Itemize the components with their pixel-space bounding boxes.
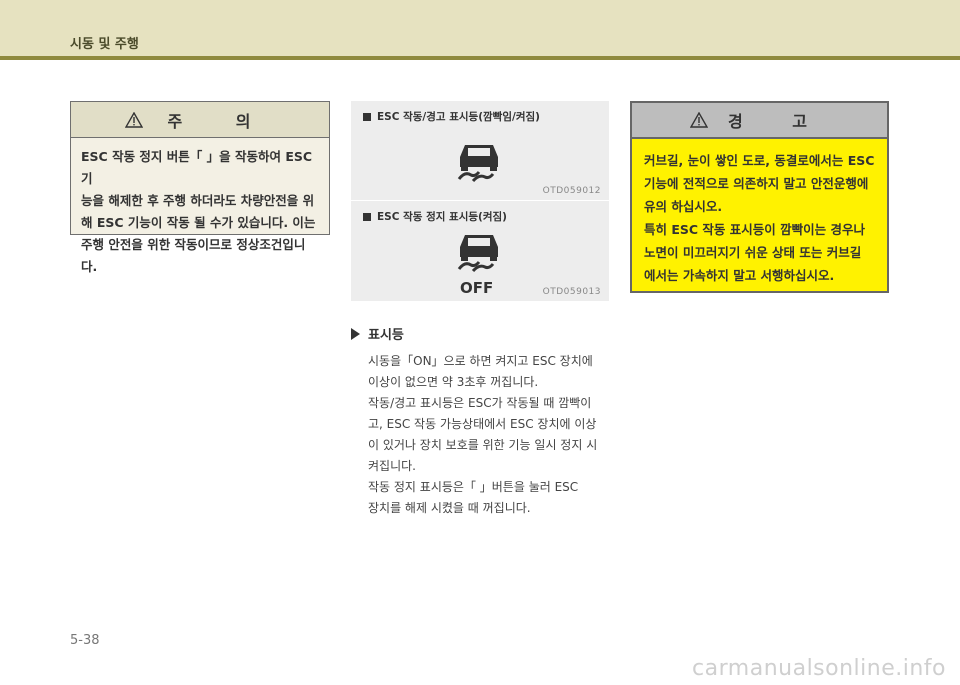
- caution-title: 주 의: [167, 111, 275, 131]
- esc-skid-car-icon: [451, 229, 507, 277]
- caution-box: 주 의 ESC 작동 정지 버튼「 」을 작동하여 ESC 기 능을 해제한 후…: [70, 101, 330, 274]
- indicator-heading: 표시등: [351, 324, 404, 343]
- caution-line: ESC 작동 정지 버튼「 」을 작동하여 ESC 기: [81, 149, 313, 186]
- caution-header: 주 의: [71, 102, 329, 138]
- warning-line: 특히 ESC 작동 표시등이 깜빡이는 경우나: [644, 222, 865, 237]
- caution-line: 해 ESC 기능이 작동 될 수가 있습니다. 이는: [81, 215, 316, 230]
- indicator-line: 이 있거나 장치 보호를 위한 기능 일시 정지 시: [368, 438, 598, 452]
- indicator-line: 장치를 해제 시켰을 때 꺼집니다.: [368, 501, 531, 515]
- page-number: 5-38: [70, 633, 100, 648]
- indicator-line: 시동을「ON」으로 하면 켜지고 ESC 장치에: [368, 354, 593, 368]
- panel-caption-text: ESC 작동 정지 표시등(켜짐): [377, 211, 507, 223]
- play-arrow-icon: [351, 327, 360, 340]
- esc-off-indicator-panel: ESC 작동 정지 표시등(켜짐) OFF OTD059013: [351, 201, 609, 301]
- watermark: carmanualsonline.info: [692, 656, 946, 681]
- bullet-square-icon: [363, 112, 371, 121]
- header-divider: [0, 56, 960, 60]
- warning-title: 경 고: [727, 112, 829, 131]
- off-label: OFF: [460, 279, 494, 297]
- warning-triangle-icon: [689, 112, 708, 128]
- caution-line: 능을 해제한 후 주행 하더라도 차량안전을 위: [81, 193, 315, 208]
- warning-line: 유의 하십시오.: [644, 199, 723, 214]
- warning-text: 커브길, 눈이 쌓인 도로, 동결로에서는 ESC 기능에 전적으로 의존하지 …: [632, 139, 887, 287]
- indicator-line: 이상이 없으면 약 3초후 꺼집니다.: [368, 375, 539, 389]
- panel-caption: ESC 작동/경고 표시등(깜빡임/켜짐): [363, 109, 540, 124]
- warning-box: 경 고 커브길, 눈이 쌓인 도로, 동결로에서는 ESC 기능에 전적으로 의…: [630, 101, 889, 293]
- indicator-line: 켜집니다.: [368, 459, 416, 473]
- section-title: 시동 및 주행: [70, 37, 139, 52]
- warning-triangle-icon: [125, 111, 144, 128]
- warning-header: 경 고: [632, 103, 887, 139]
- image-code: OTD059012: [542, 186, 601, 196]
- warning-line: 커브길, 눈이 쌓인 도로, 동결로에서는 ESC: [644, 153, 875, 168]
- indicator-line: 작동/경고 표시등은 ESC가 작동될 때 깜빡이: [368, 396, 592, 410]
- panel-caption: ESC 작동 정지 표시등(켜짐): [363, 209, 507, 224]
- indicator-line: 고, ESC 작동 가능상태에서 ESC 장치에 이상: [368, 417, 597, 431]
- bullet-square-icon: [363, 212, 371, 221]
- warning-line: 에서는 가속하지 말고 서행하십시오.: [644, 268, 835, 283]
- esc-indicator-panel: ESC 작동/경고 표시등(깜빡임/켜짐) OTD059012: [351, 101, 609, 200]
- indicator-line: 작동 정지 표시등은「 」버튼을 눌러 ESC: [368, 480, 579, 494]
- header-band: [0, 0, 960, 56]
- warning-line: 기능에 전적으로 의존하지 말고 안전운행에: [644, 176, 869, 191]
- esc-skid-car-icon: [451, 139, 507, 187]
- warning-line: 노면이 미끄러지기 쉬운 상태 또는 커브길: [644, 245, 862, 260]
- panel-caption-text: ESC 작동/경고 표시등(깜빡임/켜짐): [377, 111, 540, 123]
- caution-line: 주행 안전을 위한 작동이므로 정상조건입니다.: [81, 237, 306, 274]
- caution-text: ESC 작동 정지 버튼「 」을 작동하여 ESC 기 능을 해제한 후 주행 …: [71, 138, 329, 278]
- indicator-text: 시동을「ON」으로 하면 켜지고 ESC 장치에 이상이 없으면 약 3초후 꺼…: [368, 351, 613, 519]
- indicator-heading-text: 표시등: [368, 328, 404, 343]
- image-code: OTD059013: [542, 287, 601, 297]
